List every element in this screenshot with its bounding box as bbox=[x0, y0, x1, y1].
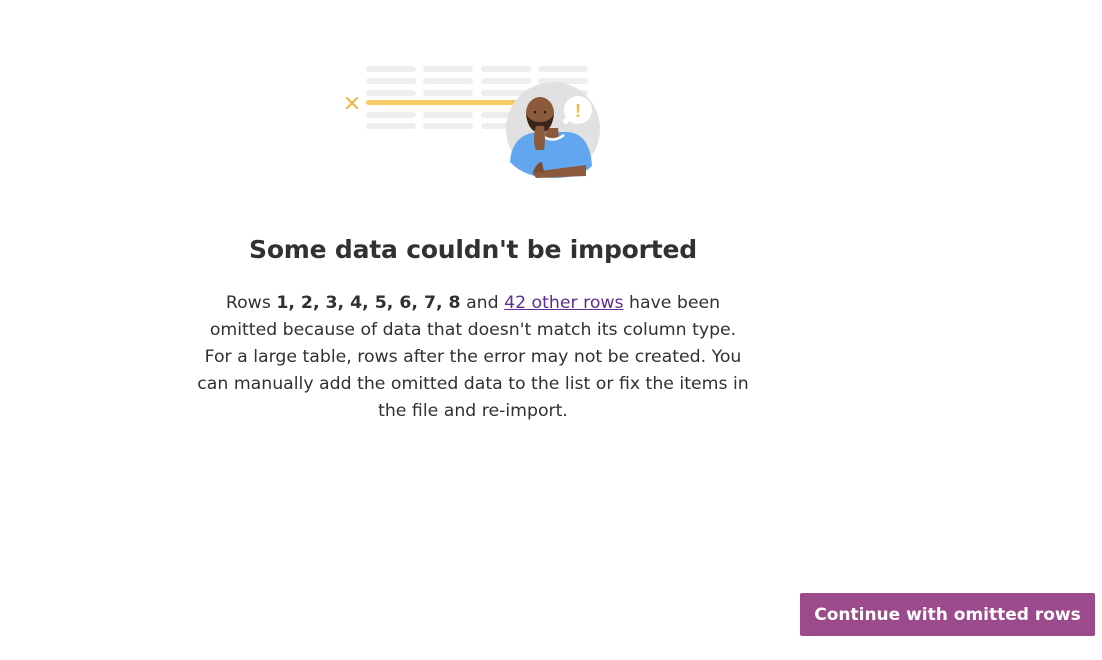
import-error-dialog: ! Some data couldn't be imported Rows 1,… bbox=[0, 0, 1102, 660]
rows-and: and bbox=[460, 293, 505, 313]
omitted-rows-paragraph: Rows 1, 2, 3, 4, 5, 6, 7, 8 and 42 other… bbox=[190, 290, 756, 344]
person-avatar bbox=[506, 82, 600, 178]
dialog-title: Some data couldn't be imported bbox=[249, 235, 697, 264]
error-x-icon bbox=[345, 96, 359, 110]
alert-mark: ! bbox=[575, 101, 581, 121]
detail-paragraph: For a large table, rows after the error … bbox=[197, 347, 749, 421]
rows-prefix: Rows bbox=[225, 293, 277, 313]
dialog-message: Rows 1, 2, 3, 4, 5, 6, 7, 8 and 42 other… bbox=[190, 290, 756, 425]
continue-with-omitted-rows-button[interactable]: Continue with omitted rows bbox=[800, 593, 1095, 636]
other-rows-link[interactable]: 42 other rows bbox=[504, 293, 623, 313]
person-thinking-error-icon: ! bbox=[345, 66, 600, 178]
omitted-rows-list: 1, 2, 3, 4, 5, 6, 7, 8 bbox=[276, 293, 461, 313]
